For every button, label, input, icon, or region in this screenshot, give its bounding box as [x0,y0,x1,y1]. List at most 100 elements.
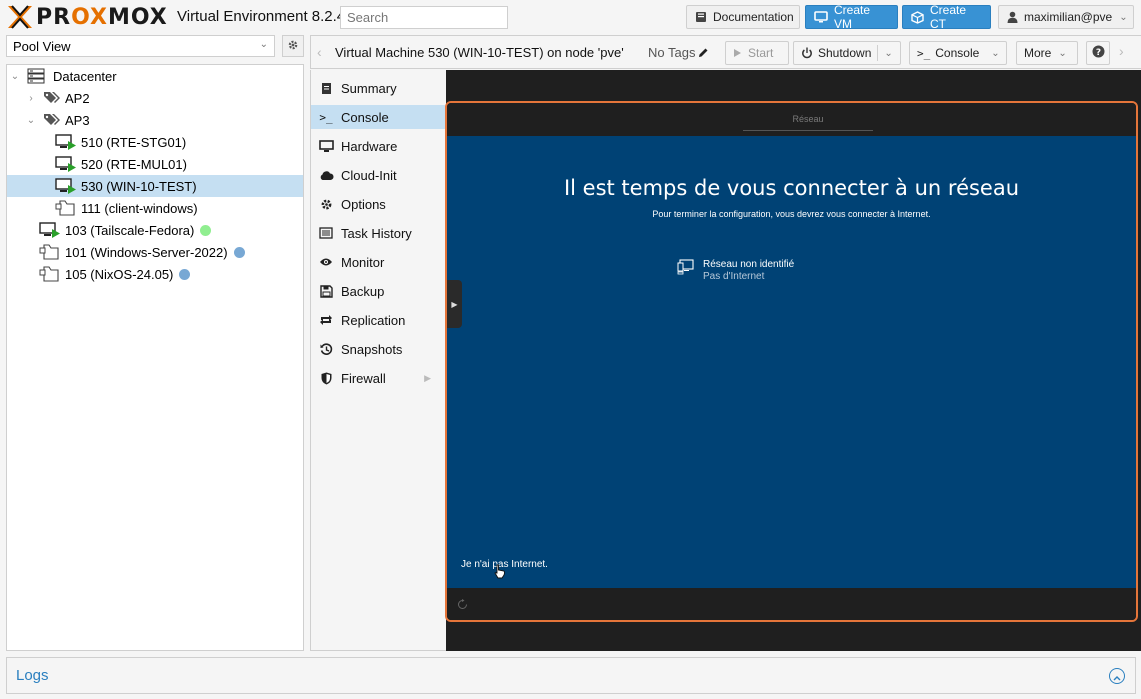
tree-item-vm-520[interactable]: 520 (RTE-MUL01) [7,153,303,175]
nav-firewall[interactable]: Firewall ▶ [311,366,445,390]
vm-console-screen[interactable]: Réseau Il est temps de vous connecter à … [445,101,1138,622]
tree-item-label: 530 (WIN-10-TEST) [81,178,197,194]
vm-title: Virtual Machine 530 (WIN-10-TEST) on nod… [335,45,624,60]
tree-item-ap2[interactable]: › AP2 [7,87,303,109]
chevron-down-icon[interactable]: ⌄ [884,48,892,59]
power-icon [801,47,813,59]
chevron-down-icon: ⌄ [1058,47,1067,59]
console-sidebar-toggle[interactable]: ▶ [447,280,462,328]
tree-item-vm-105[interactable]: 105 (NixOS-24.05) [7,263,303,285]
snapshots-icon [311,342,341,356]
vm-network-option[interactable]: Réseau non identifié Pas d'Internet [677,259,794,282]
status-dot [179,268,191,280]
documentation-label: Documentation [713,10,794,24]
more-label: More [1024,46,1052,60]
tags-icon [43,91,61,105]
proxmox-logo[interactable]: PROXMOX [6,4,168,30]
nav-hardware[interactable]: Hardware [311,134,445,158]
create-ct-button[interactable]: Create CT [902,3,991,31]
search-input[interactable] [340,6,508,29]
view-selector-row: Pool View ⌄ [6,35,304,59]
vm-header-toolbar: ‹ Virtual Machine 530 (WIN-10-TEST) on n… [310,35,1141,69]
more-button[interactable]: More ⌄ [1016,41,1078,65]
hardware-icon [311,139,341,153]
nav-label: Summary [341,80,397,96]
console-icon: >_ [319,110,333,124]
tags-editor[interactable]: No Tags [648,45,709,60]
console-button[interactable]: >_ Console ⌄ [909,41,1007,65]
view-settings-button[interactable] [282,35,304,57]
vm-sub-navigation: Summary >_ Console Hardware Cloud-Init O… [310,70,446,651]
vm-oobe-heading: Il est temps de vous connecter à un rése… [563,176,1020,200]
nav-task-history[interactable]: Task History [311,221,445,245]
status-dot [233,246,245,258]
submenu-arrow-icon: ▶ [424,372,431,383]
start-button[interactable]: Start [725,41,789,65]
status-dot [200,224,212,236]
nav-options[interactable]: Options [311,192,445,216]
proxmox-x-icon [6,4,34,30]
replication-icon [311,314,341,326]
book-icon [695,11,707,23]
create-vm-button[interactable]: Create VM [805,3,898,31]
expander-open-icon: ⌄ [10,70,20,82]
nav-replication[interactable]: Replication [311,308,445,332]
nav-backup[interactable]: Backup [311,279,445,303]
svg-text:?: ? [1095,48,1100,58]
tree-item-vm-530[interactable]: 530 (WIN-10-TEST) [7,175,303,197]
expand-right-icon: ▶ [451,299,458,309]
nav-summary[interactable]: Summary [311,76,445,100]
scroll-left-icon[interactable]: ‹ [317,44,322,60]
vm-oobe-topbar: Réseau [447,103,1136,136]
nav-label: Snapshots [341,341,403,357]
tree-item-label: 101 (Windows-Server-2022) [65,244,228,260]
nav-label: Options [341,196,386,212]
view-select[interactable]: Pool View ⌄ [6,35,275,57]
chevron-down-icon[interactable]: ⌄ [991,48,999,59]
scroll-right-icon[interactable]: › [1119,43,1124,59]
ease-of-access-icon[interactable] [457,598,468,613]
chevron-down-icon: ⌄ [1119,11,1128,23]
tree-item-vm-510[interactable]: 510 (RTE-STG01) [7,131,303,153]
cloud-icon [311,170,341,181]
nav-console[interactable]: >_ Console [311,105,445,129]
nav-label: Task History [341,225,412,241]
user-menu-button[interactable]: maximilian@pve ⌄ [998,5,1134,29]
logs-panel: Logs [6,657,1136,694]
shutdown-button[interactable]: Shutdown ⌄ [793,41,901,65]
tree-item-vm-101[interactable]: 101 (Windows-Server-2022) [7,241,303,263]
tree-item-label: 520 (RTE-MUL01) [81,156,187,172]
help-button[interactable]: ? [1086,41,1110,65]
view-select-value: Pool View [13,39,71,54]
chevron-up-icon [1113,669,1121,684]
datacenter-icon [27,68,45,84]
nav-label: Console [341,109,389,125]
tree-item-vm-103[interactable]: 103 (Tailscale-Fedora) [7,219,303,241]
monitor-eye-icon [311,257,341,267]
vm-oobe-subtext: Pour terminer la configuration, vous dev… [652,209,931,219]
vm-running-icon [39,222,61,238]
vm-oobe-tab: Réseau [743,114,873,131]
brand-accent-letters: OX [71,4,108,30]
start-label: Start [748,46,774,60]
tree-item-datacenter[interactable]: ⌄ Datacenter [7,65,303,87]
nav-cloud-init[interactable]: Cloud-Init [311,163,445,187]
shutdown-label: Shutdown [818,46,872,60]
vm-oobe-bottom-bar [447,588,1136,620]
tags-icon [43,113,61,127]
logs-expand-button[interactable] [1109,668,1125,684]
tree-item-ap3[interactable]: ⌄ AP3 [7,109,303,131]
summary-icon [311,82,341,95]
nav-monitor[interactable]: Monitor [311,250,445,274]
tree-item-vm-111[interactable]: 111 (client-windows) [7,197,303,219]
task-history-icon [311,227,341,239]
nav-label: Replication [341,312,406,328]
nav-snapshots[interactable]: Snapshots [311,337,445,361]
vm-template-icon [39,266,61,282]
documentation-button[interactable]: Documentation [686,5,800,29]
vm-template-icon [39,244,61,260]
nav-label: Firewall [341,370,386,386]
cube-icon [911,10,924,24]
vm-running-icon [55,134,77,150]
expander-closed-icon: › [29,92,33,104]
